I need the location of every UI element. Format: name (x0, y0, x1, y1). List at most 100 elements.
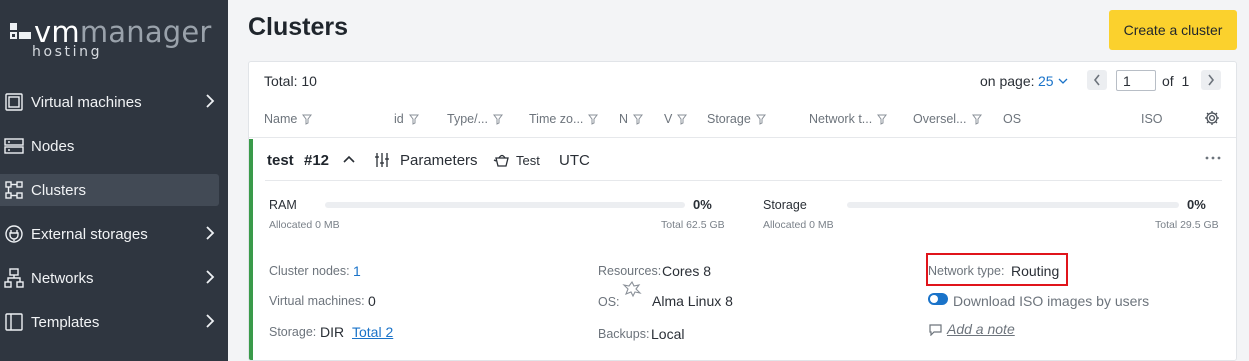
column-label: Oversel... (913, 112, 967, 126)
column-timezone[interactable]: Time zo... (529, 112, 599, 126)
sidebar-nav: Virtual machines Nodes Clusters External… (0, 86, 228, 350)
add-note-link[interactable]: Add a note (947, 321, 1015, 337)
table-header: Name id Type/... Time zo... N V Storage … (249, 99, 1236, 138)
cluster-name[interactable]: test (267, 152, 294, 169)
storage-type-value: DIR (320, 324, 345, 340)
filter-icon[interactable] (302, 114, 313, 125)
column-label: id (394, 112, 404, 126)
vmmanager-logo[interactable]: vmmanager hosting (8, 14, 211, 64)
filter-icon[interactable] (755, 114, 766, 125)
on-page-select[interactable]: 25 (1038, 73, 1054, 89)
total-count: Total: 10 (264, 73, 317, 89)
more-icon[interactable] (1203, 150, 1223, 166)
chevron-right-icon (206, 226, 215, 240)
cluster-id: #12 (304, 152, 330, 169)
os-label: OS: (598, 295, 620, 309)
comment-icon (929, 324, 942, 336)
filter-icon[interactable] (677, 114, 688, 125)
filter-icon[interactable] (588, 114, 599, 125)
ram-percent: 0% (693, 197, 712, 212)
column-type[interactable]: Type/... (447, 112, 503, 126)
ram-bar (325, 202, 685, 208)
sidebar-item-external-storages[interactable]: External storages (0, 218, 228, 250)
server-icon (2, 135, 26, 157)
sidebar-item-networks[interactable]: Networks (0, 262, 228, 294)
kettle-icon (493, 154, 509, 167)
filter-icon[interactable] (971, 114, 982, 125)
iso-download-label: Download ISO images by users (953, 293, 1150, 309)
backups-label: Backups: (598, 327, 650, 341)
column-label: ISO (1141, 112, 1163, 126)
sidebar-item-label: Clusters (31, 181, 87, 199)
column-label: Type/... (447, 112, 488, 126)
alma-linux-icon (622, 280, 642, 298)
column-label: N (619, 112, 629, 126)
sidebar-item-virtual-machines[interactable]: Virtual machines (0, 86, 228, 118)
next-page-button[interactable] (1201, 70, 1221, 90)
backups-value: Local (651, 326, 685, 342)
parameters-button[interactable]: Parameters (400, 152, 478, 169)
filter-icon[interactable] (493, 114, 503, 125)
column-label: Storage (707, 112, 751, 126)
filter-icon[interactable] (633, 114, 644, 125)
template-icon (2, 311, 26, 333)
chevron-right-icon (206, 270, 215, 284)
storage-total-link[interactable]: Total 2 (352, 324, 393, 340)
chevron-up-icon[interactable] (343, 155, 355, 163)
column-network-type[interactable]: Network t... (809, 112, 888, 126)
ram-allocated: Allocated 0 MB (269, 219, 340, 231)
os-value: Alma Linux 8 (652, 293, 733, 309)
column-overselling[interactable]: Oversel... (913, 112, 982, 126)
storage-bar (847, 202, 1179, 208)
column-id[interactable]: id (394, 112, 419, 126)
filter-icon[interactable] (877, 114, 888, 125)
column-os[interactable]: OS (1003, 112, 1021, 126)
cluster-nodes-link[interactable]: 1 (353, 263, 361, 279)
storage-type-label: Storage: (269, 325, 317, 339)
column-v[interactable]: V (664, 112, 688, 126)
cluster-icon (2, 179, 26, 201)
resources-value: Cores 8 (662, 263, 712, 279)
table-row: test #12 Parameters Test UTC RAM 0% Allo… (249, 139, 1236, 360)
prev-page-button[interactable] (1087, 70, 1107, 90)
cluster-type: Test (516, 153, 540, 168)
create-cluster-button[interactable]: Create a cluster (1109, 10, 1237, 50)
cluster-nodes-label: Cluster nodes: (269, 264, 350, 278)
monitor-icon (2, 91, 26, 113)
clusters-table: Total: 10 on page: 25 of 1 Name id Type/… (248, 61, 1237, 361)
virtual-machines-label: Virtual machines: (269, 294, 365, 308)
sidebar-item-clusters[interactable]: Clusters (0, 174, 219, 206)
storage-total: Total 29.5 GB (1155, 219, 1219, 231)
sidebar-item-label: Templates (31, 313, 100, 331)
plug-icon (2, 223, 26, 245)
column-label: Time zo... (529, 112, 584, 126)
chevron-left-icon (1093, 74, 1100, 86)
chevron-right-icon (206, 94, 215, 108)
resources-label: Resources: (598, 264, 662, 278)
network-icon (2, 267, 26, 289)
column-name[interactable]: Name (264, 112, 313, 126)
column-n[interactable]: N (619, 112, 644, 126)
sidebar-item-label: Networks (31, 269, 94, 287)
sidebar-item-label: Virtual machines (31, 93, 142, 111)
gear-icon[interactable] (1204, 110, 1220, 126)
iso-download-toggle[interactable] (928, 293, 948, 305)
sidebar-item-templates[interactable]: Templates (0, 306, 228, 338)
storage-label: Storage (763, 198, 807, 212)
chevron-right-icon (1208, 74, 1215, 86)
filter-icon[interactable] (408, 114, 419, 125)
column-storage[interactable]: Storage (707, 112, 766, 126)
network-type-label: Network type: (928, 264, 1005, 278)
chevron-down-icon[interactable] (1058, 77, 1068, 85)
column-iso[interactable]: ISO (1141, 112, 1163, 126)
on-page-label: on page: (980, 73, 1035, 89)
network-type-value: Routing (1011, 263, 1060, 279)
chevron-right-icon (206, 314, 215, 328)
sidebar-item-nodes[interactable]: Nodes (0, 130, 228, 162)
sliders-icon (375, 153, 389, 167)
sidebar: vmmanager hosting Virtual machines Nodes… (0, 0, 228, 361)
storage-allocated: Allocated 0 MB (763, 219, 834, 231)
column-label: Name (264, 112, 298, 126)
ram-total: Total 62.5 GB (661, 219, 725, 231)
page-number-input[interactable] (1116, 70, 1156, 91)
